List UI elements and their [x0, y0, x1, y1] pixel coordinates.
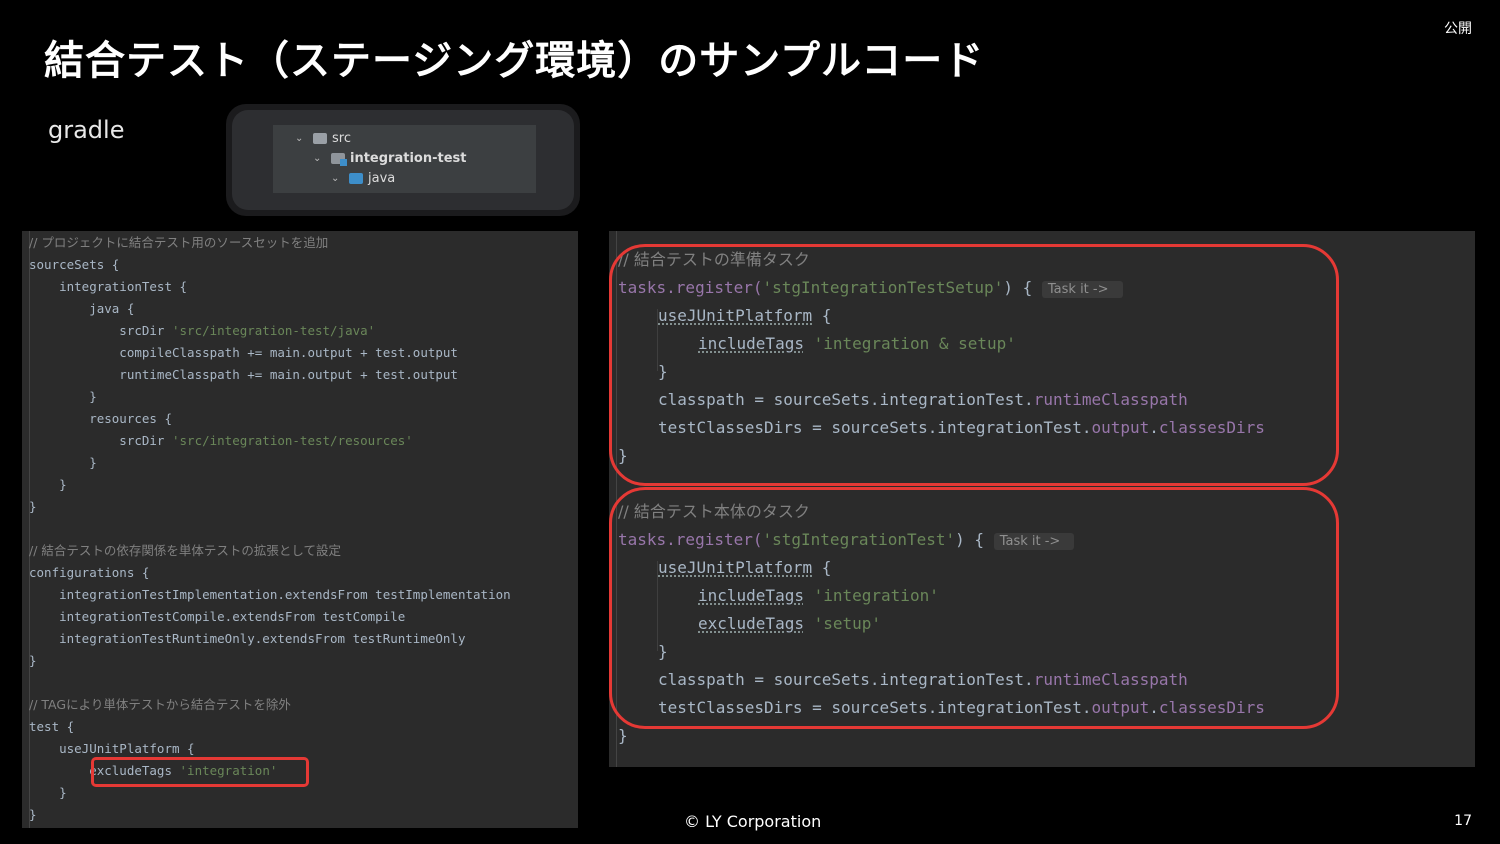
code-line: integrationTestRuntimeOnly.extendsFrom t… [29, 631, 466, 646]
page-number: 17 [1454, 813, 1472, 829]
code-line: useJUnitPlatform { [29, 741, 195, 756]
public-label: 公開 [1444, 21, 1472, 37]
code-string: 'setup' [813, 614, 882, 633]
code-line: useJUnitPlatform { [658, 306, 832, 325]
code-comment: // 結合テスト本体のタスク [618, 502, 810, 521]
code-comment: // 結合テストの依存関係を単体テストの拡張として設定 [29, 543, 342, 558]
code-line: tasks.register('stgIntegrationTest') { T… [609, 526, 1475, 554]
code-line: } [658, 362, 668, 381]
code-line: configurations { [29, 565, 150, 580]
code-line: java { [29, 301, 135, 316]
code-line: excludeTags 'setup' [698, 614, 882, 633]
tree-item-java[interactable]: ⌄ java [331, 168, 395, 188]
footer-copyright: © LY Corporation [684, 812, 822, 831]
code-string: 'src/integration-test/java' [172, 323, 376, 338]
tree-item-src[interactable]: ⌄ src [295, 128, 351, 148]
inlay-hint: Task it -> [993, 533, 1075, 550]
left-code-panel: // プロジェクトに結合テスト用のソースセットを追加 sourceSets { … [22, 231, 578, 828]
code-line: integrationTestImplementation.extendsFro… [29, 587, 511, 602]
code-line: runtimeClasspath += main.output + test.o… [29, 367, 458, 382]
code-line: srcDir 'src/integration-test/java' [29, 323, 376, 338]
code-string: 'stgIntegrationTest' [762, 530, 956, 549]
code-line: } [658, 642, 668, 661]
code-string: 'integration' [179, 763, 278, 778]
chevron-down-icon[interactable]: ⌄ [313, 153, 325, 164]
code-comment: // 結合テストの準備タスク [618, 250, 810, 269]
code-line: integrationTestCompile.extendsFrom testC… [29, 609, 406, 624]
code-line: } [29, 455, 97, 470]
slide-title: 結合テスト（ステージング環境）のサンプルコード [44, 38, 985, 84]
inlay-hint: Task it -> [1041, 281, 1123, 298]
project-tree: ⌄ src ⌄ integration-test ⌄ java [273, 125, 536, 193]
chevron-down-icon[interactable]: ⌄ [331, 173, 343, 184]
code-line: useJUnitPlatform { [658, 558, 832, 577]
code-line: sourceSets { [29, 257, 120, 272]
source-folder-icon [331, 152, 347, 166]
code-line: classpath = sourceSets.integrationTest.r… [658, 390, 1188, 409]
code-string: 'integration & setup' [813, 334, 1016, 353]
code-comment: // プロジェクトに結合テスト用のソースセットを追加 [29, 235, 329, 250]
code-string: 'src/integration-test/resources' [172, 433, 413, 448]
code-line: srcDir 'src/integration-test/resources' [29, 433, 413, 448]
code-line: } [29, 389, 97, 404]
code-line: } [29, 807, 37, 822]
code-line: } [29, 785, 67, 800]
folder-icon [313, 132, 327, 144]
code-line: tasks.register('stgIntegrationTestSetup'… [609, 274, 1475, 302]
right-code-panel: // 結合テストの準備タスク tasks.register('stgIntegr… [609, 231, 1475, 767]
code-line: compileClasspath += main.output + test.o… [29, 345, 458, 360]
code-line: testClassesDirs = sourceSets.integration… [658, 418, 1265, 437]
java-folder-icon [349, 172, 363, 184]
code-line: includeTags 'integration' [698, 586, 939, 605]
code-line: integrationTest { [29, 279, 188, 294]
code-line: excludeTags 'integration' [29, 763, 278, 778]
code-line: test { [29, 719, 75, 734]
project-tree-window: ⌄ src ⌄ integration-test ⌄ java [232, 110, 574, 210]
tree-item-label: integration-test [350, 150, 467, 166]
code-line: } [29, 653, 37, 668]
code-line: } [29, 477, 67, 492]
tree-item-label: src [332, 130, 351, 146]
chevron-down-icon[interactable]: ⌄ [295, 133, 307, 144]
code-line: } [618, 446, 628, 465]
code-line: } [29, 499, 37, 514]
code-line: testClassesDirs = sourceSets.integration… [658, 698, 1265, 717]
code-comment: // TAGにより単体テストから結合テストを除外 [29, 697, 291, 712]
code-line: classpath = sourceSets.integrationTest.r… [658, 670, 1188, 689]
gradle-label: gradle [48, 116, 125, 144]
code-line: } [618, 726, 628, 745]
tree-item-integration-test[interactable]: ⌄ integration-test [313, 148, 466, 168]
code-string: 'stgIntegrationTestSetup' [762, 278, 1004, 297]
code-string: 'integration' [813, 586, 939, 605]
tree-item-label: java [368, 170, 396, 186]
code-line: resources { [29, 411, 172, 426]
code-line: includeTags 'integration & setup' [698, 334, 1016, 353]
